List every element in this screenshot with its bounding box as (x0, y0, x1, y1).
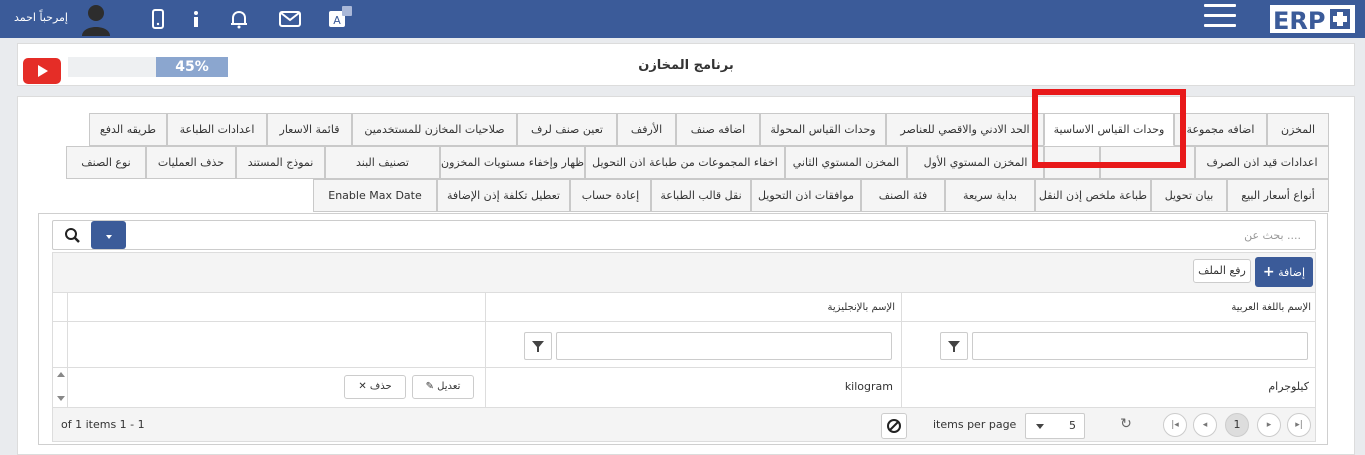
items-per-page-select[interactable]: 5 (1025, 413, 1085, 439)
user-greeting[interactable]: إمرحباً احمد (14, 11, 68, 24)
upload-file-button[interactable]: رفع الملف (1193, 259, 1251, 283)
tab-row1-8[interactable]: صلاحيات المخازن للمستخدمين (352, 113, 517, 146)
tab-row1-3[interactable]: الحد الادني والاقصي للعناصر (886, 113, 1044, 146)
clear-filter-button[interactable] (881, 413, 907, 439)
scroll-down-arrow[interactable] (57, 396, 65, 401)
filter-cell-actions (67, 322, 485, 368)
current-page-button[interactable]: 1 (1225, 413, 1249, 437)
tab-row3-7[interactable]: إعادة حساب (570, 179, 651, 212)
info-icon[interactable] (186, 9, 206, 29)
highlight-box (1032, 89, 1186, 168)
tab-row3-8[interactable]: تعطيل تكلفة إذن الإضافة (437, 179, 570, 212)
search-icon (65, 228, 80, 243)
tab-row1-4[interactable]: وحدات القياس المحولة (760, 113, 886, 146)
edit-button[interactable]: ✎ تعديل (412, 375, 474, 399)
bell-icon[interactable] (229, 9, 249, 29)
filter-button-arabic[interactable] (940, 332, 968, 360)
cell-english-name: kilogram (485, 368, 901, 408)
tab-row1-5[interactable]: اضافه صنف (676, 113, 760, 146)
search-button[interactable] (53, 221, 91, 249)
tab-row2-2[interactable]: المخزن المستوي الثاني (785, 146, 907, 179)
search-input[interactable] (131, 221, 1315, 249)
prev-page-button[interactable]: ◂ (1193, 413, 1217, 437)
filter-input-english[interactable] (556, 332, 892, 360)
mobile-icon[interactable] (148, 9, 168, 29)
delete-button[interactable]: ✕ حذف (344, 375, 406, 399)
column-header-arabic-name[interactable]: الإسم باللغة العربية (901, 293, 1317, 323)
cell-arabic-name: كيلوجرام (901, 368, 1317, 408)
erp-logo: ERP (1270, 5, 1355, 35)
filter-cell-arabic (901, 322, 1317, 368)
tab-row3-9[interactable]: Enable Max Date (313, 179, 437, 212)
menu-icon[interactable] (1204, 4, 1236, 30)
chevron-down-icon (1036, 424, 1044, 429)
user-avatar-icon[interactable] (80, 2, 112, 36)
tab-row2-6[interactable]: نموذج المستند (236, 146, 325, 179)
tab-row2-8[interactable]: نوع الصنف (66, 146, 146, 179)
filter-input-arabic[interactable] (972, 332, 1308, 360)
search-options-dropdown[interactable] (91, 221, 126, 249)
page-header: 45% برنامج المخازن (17, 43, 1355, 86)
pencil-icon: ✎ (425, 381, 434, 392)
tab-row3-0[interactable]: أنواع أسعار البيع (1227, 179, 1329, 212)
last-page-button[interactable]: ▸| (1287, 413, 1311, 437)
filter-icon (948, 341, 960, 352)
items-per-page-label: items per page (933, 418, 1017, 431)
plus-icon: + (1262, 264, 1275, 280)
filter-icon (532, 341, 544, 352)
page-title: برنامج المخازن (638, 58, 734, 73)
pager-info: of 1 items 1 - 1 (61, 418, 145, 431)
tab-row2-0[interactable]: اعدادات قيد اذن الصرف (1195, 146, 1329, 179)
no-entry-icon (887, 419, 901, 433)
tab-row2-5[interactable]: تصنيف البند (325, 146, 440, 179)
tab-row2-7[interactable]: حذف العمليات (146, 146, 236, 179)
refresh-icon[interactable]: ↻ (1118, 416, 1134, 432)
scroll-up-arrow[interactable] (57, 372, 65, 377)
add-button[interactable]: + إضافة (1255, 257, 1313, 287)
tab-row2-3[interactable]: اخفاء المجموعات من طباعة اذن التحويل (585, 146, 785, 179)
tab-row1-9[interactable]: قائمة الاسعار (267, 113, 352, 146)
tab-row1-10[interactable]: اعدادات الطباعة (167, 113, 267, 146)
tab-row1-11[interactable]: طريقه الدفع (89, 113, 167, 146)
filter-cell-english (485, 322, 901, 368)
table-row[interactable]: كيلوجرام kilogram ✎ تعديل ✕ حذف (52, 368, 1316, 408)
cell-actions: ✎ تعديل ✕ حذف (67, 368, 485, 408)
tab-row1-7[interactable]: تعين صنف لرف (517, 113, 617, 146)
table-header-row: الإسم باللغة العربية الإسم بالإنجليزية (52, 292, 1317, 323)
pagination-bar: of 1 items 1 - 1 items per page 5 ↻ |◂ ◂… (52, 408, 1316, 442)
tab-row2-1[interactable]: المخزن المستوي الأول (907, 146, 1044, 179)
first-page-button[interactable]: |◂ (1163, 413, 1187, 437)
edit-label: تعديل (437, 381, 461, 392)
tab-row3-5[interactable]: موافقات اذن التحويل (751, 179, 861, 212)
translate-icon[interactable]: A (328, 5, 354, 31)
tab-row1-1[interactable]: اضافه مجموعة (1174, 113, 1267, 146)
tab-row2-4[interactable]: إظهار وإخفاء مستويات المخزون (440, 146, 585, 179)
grid-toolbar: + إضافة رفع الملف (52, 252, 1316, 292)
svg-text:ERP: ERP (1273, 7, 1325, 35)
search-bar (52, 220, 1316, 250)
svg-text:A: A (333, 14, 341, 27)
items-per-page-value: 5 (1069, 419, 1076, 432)
delete-label: حذف (369, 381, 392, 392)
tab-row3-6[interactable]: نقل قالب الطباعة (651, 179, 751, 212)
data-grid: + إضافة رفع الملف الإسم باللغة العربية ا… (38, 213, 1328, 445)
filter-button-english[interactable] (524, 332, 552, 360)
tab-row3-3[interactable]: بداية سريعة (945, 179, 1035, 212)
tab-row1-6[interactable]: الأرفف (617, 113, 676, 146)
tab-row3-1[interactable]: بيان تحويل (1151, 179, 1227, 212)
close-icon: ✕ (358, 381, 367, 392)
tab-row3-2[interactable]: طباعة ملخص إذن النقل (1035, 179, 1151, 212)
tab-row3-4[interactable]: فئة الصنف (861, 179, 945, 212)
table-filter-row (52, 322, 1316, 368)
column-header-english-name[interactable]: الإسم بالإنجليزية (485, 293, 901, 323)
column-header-actions (67, 293, 485, 323)
tab-row1-0[interactable]: المخزن (1267, 113, 1329, 146)
mail-icon[interactable] (278, 9, 302, 29)
top-navigation-bar: إمرحباً احمد A ERP (0, 0, 1365, 38)
next-page-button[interactable]: ▸ (1257, 413, 1281, 437)
add-label: إضافة (1278, 266, 1306, 279)
